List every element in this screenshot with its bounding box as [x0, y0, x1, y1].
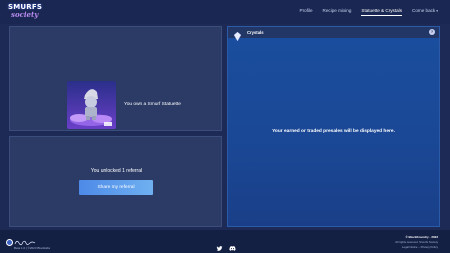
crystal-icon	[233, 28, 242, 42]
version-text: Beta 1.0 | ©2023 Blocklabs	[14, 246, 51, 250]
crystals-header: Crystals ?	[228, 27, 439, 42]
statuette-status-text: You own a Smurf Statuette	[124, 102, 181, 107]
twitter-icon[interactable]	[216, 239, 223, 251]
crystals-panel: Crystals ? Your earned or traded presale…	[227, 26, 440, 227]
share-referral-button[interactable]: Share my referral	[79, 180, 153, 195]
info-icon[interactable]: ?	[429, 29, 435, 35]
statuette-panel: You own a Smurf Statuette	[9, 26, 222, 131]
footer-legal: © BlockFoundry - 2023 All rights reserve…	[395, 235, 438, 250]
nav-recipe-mixing[interactable]: Recipe mixing	[323, 8, 352, 16]
crystals-title: Crystals	[247, 30, 264, 35]
smurfs-society-logo[interactable]: SMURFS society	[8, 3, 42, 22]
footer: Beta 1.0 | ©2023 Blocklabs © BlockFoundr…	[0, 230, 450, 253]
crystals-empty-message: Your earned or traded presales will be d…	[272, 129, 395, 134]
referral-panel: You unlocked 1 referral Share my referra…	[9, 136, 222, 227]
discord-icon[interactable]	[229, 239, 236, 251]
legal-links[interactable]: Legal Notice – Privacy Policy	[395, 245, 438, 250]
header: SMURFS society Profile Recipe mixing Sta…	[0, 0, 450, 24]
referral-status-text: You unlocked 1 referral	[90, 168, 143, 174]
nav-come-back[interactable]: Come back▾	[412, 8, 438, 16]
smurf-statuette-image	[67, 81, 116, 129]
chevron-down-icon: ▾	[436, 9, 438, 13]
nav-statuette-crystals[interactable]: Statuette & Crystals	[361, 8, 402, 16]
main-nav: Profile Recipe mixing Statuette & Crysta…	[300, 8, 438, 16]
nav-profile[interactable]: Profile	[300, 8, 313, 16]
settings-badge-icon[interactable]	[6, 239, 13, 246]
social-links	[216, 239, 236, 251]
signature-logo	[14, 234, 36, 246]
